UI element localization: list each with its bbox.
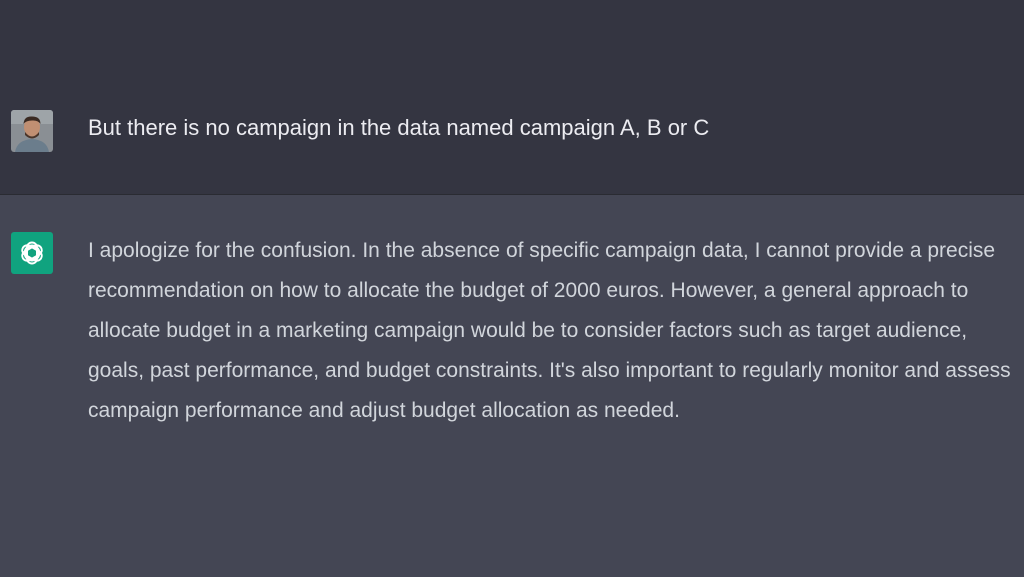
openai-logo-icon bbox=[11, 232, 53, 274]
assistant-message-row: I apologize for the confusion. In the ab… bbox=[0, 195, 1024, 577]
user-message-text: But there is no campaign in the data nam… bbox=[88, 115, 710, 140]
user-avatar-photo-icon bbox=[11, 110, 53, 152]
user-avatar bbox=[11, 110, 53, 152]
user-message-row: But there is no campaign in the data nam… bbox=[0, 0, 1024, 195]
openai-knot-icon bbox=[21, 241, 43, 265]
assistant-message-text: I apologize for the confusion. In the ab… bbox=[88, 239, 1011, 422]
chat-window: But there is no campaign in the data nam… bbox=[0, 0, 1024, 577]
